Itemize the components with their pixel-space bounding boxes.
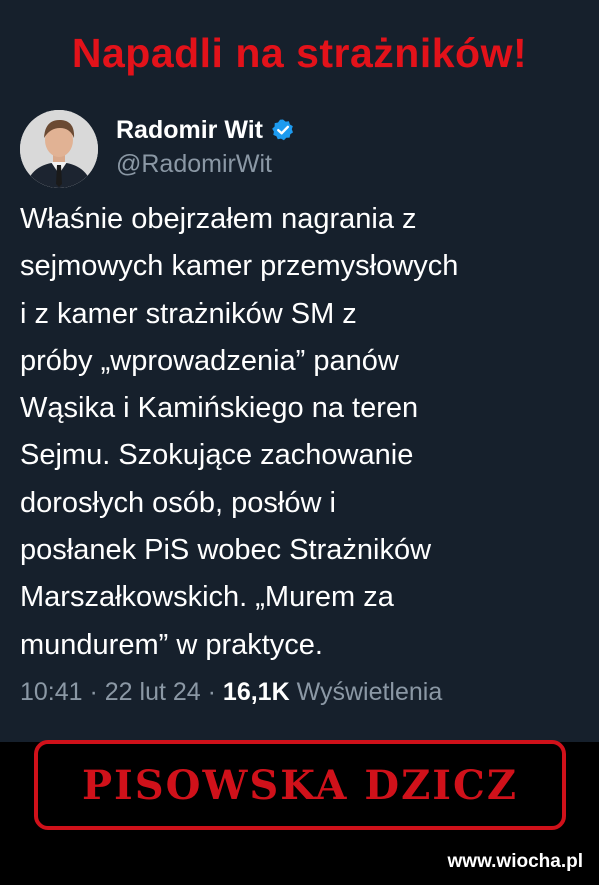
author-name[interactable]: Radomir Wit [116, 116, 263, 145]
verified-badge-icon [271, 118, 295, 142]
watermark: www.wiocha.pl [447, 851, 583, 872]
avatar[interactable] [20, 110, 98, 188]
avatar-image [20, 110, 98, 188]
tweet-time[interactable]: 10:41 [20, 678, 83, 706]
author-row: Radomir Wit [116, 113, 295, 147]
views-label: Wyświetlenia [296, 678, 443, 706]
meta-separator: · [82, 678, 105, 706]
headline-text: Napadli na strażników! [71, 30, 528, 76]
tweet-meta: 10:41 · 22 lut 24 · 16,1K Wyświetlenia [20, 678, 442, 707]
views-count: 16,1K [222, 678, 290, 706]
stamp-text: PISOWSKA DZICZ [81, 761, 519, 809]
author-handle[interactable]: @RadomirWit [116, 150, 272, 179]
tweet-text: Właśnie obejrzałem nagrania z sejmowych … [20, 203, 459, 661]
tweet-date[interactable]: 22 lut 24 [105, 678, 201, 706]
headline: Napadli na strażników! [0, 0, 599, 110]
meta-separator: · [200, 678, 223, 706]
stamp: PISOWSKA DZICZ [34, 740, 566, 830]
